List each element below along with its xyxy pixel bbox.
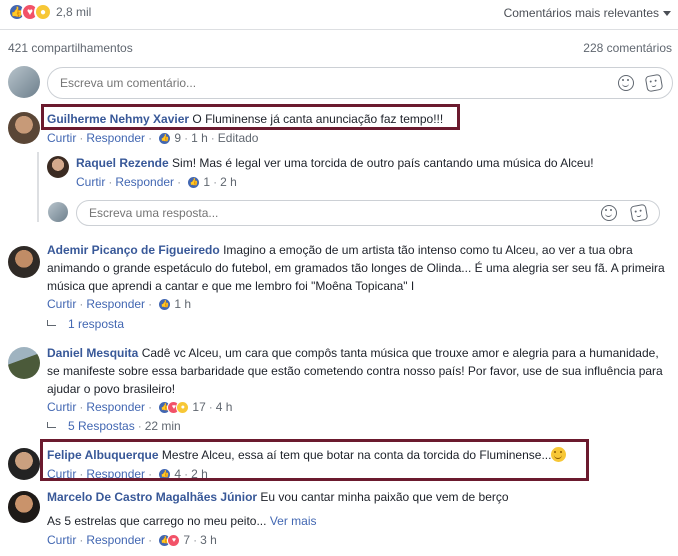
comment-author[interactable]: Daniel Mesquita: [47, 346, 138, 360]
comment-text: Cadê vc Alceu, um cara que compôs tanta …: [47, 346, 663, 396]
reply-button[interactable]: Responder: [86, 297, 145, 311]
comment-time[interactable]: 1 h: [174, 297, 191, 311]
sort-dropdown[interactable]: Comentários mais relevantes: [504, 6, 671, 20]
like-button[interactable]: Curtir: [47, 297, 76, 311]
sticker-icon[interactable]: [644, 73, 664, 93]
avatar[interactable]: [8, 112, 40, 144]
emoji-icon[interactable]: [618, 75, 634, 91]
emoji-icon[interactable]: [601, 205, 617, 221]
view-replies-link[interactable]: 1 resposta: [47, 317, 124, 331]
reaction-icons[interactable]: 👍 ♥ ●: [158, 401, 190, 415]
comment-time[interactable]: 3 h: [200, 533, 217, 547]
replies-count: 5 Respostas: [68, 419, 135, 433]
comment-text: Sim! Mas é legal ver uma torcida de outr…: [172, 156, 594, 170]
reaction-count[interactable]: 2,8 mil: [56, 5, 91, 19]
reply-button[interactable]: Responder: [86, 400, 145, 414]
comment: Ademir Picanço de Figueiredo Imagino a e…: [47, 241, 669, 312]
sort-label: Comentários mais relevantes: [503, 6, 659, 20]
reaction-icons[interactable]: 👍: [158, 132, 172, 146]
view-replies-link[interactable]: 5 Respostas · 22 min: [47, 419, 181, 433]
comment-body: As 5 estrelas que carrego no meu peito..…: [47, 512, 669, 530]
like-button[interactable]: Curtir: [47, 533, 76, 547]
avatar[interactable]: [8, 66, 40, 98]
replies-time: 22 min: [144, 419, 181, 433]
highlight-box: [41, 104, 460, 130]
avatar[interactable]: [8, 347, 40, 379]
avatar[interactable]: [48, 202, 68, 222]
love-icon: ♥: [167, 534, 181, 548]
wow-icon: ●: [176, 401, 190, 415]
thread-line: [37, 152, 39, 222]
comment-time[interactable]: 1 h: [191, 131, 208, 145]
wow-icon: ●: [34, 3, 52, 21]
comment-input[interactable]: [60, 68, 497, 98]
avatar[interactable]: [8, 246, 40, 278]
comment: Daniel Mesquita Cadê vc Alceu, um cara q…: [47, 344, 669, 415]
reaction-count[interactable]: 9: [174, 131, 181, 145]
avatar[interactable]: [8, 448, 40, 480]
comment-text: Eu vou cantar minha paixão que vem de be…: [260, 490, 509, 504]
sticker-icon[interactable]: [629, 203, 649, 223]
reactions-bar: 👍 ♥ ● 2,8 mil Comentários mais relevante…: [0, 0, 678, 28]
comment-body: Marcelo De Castro Magalhães Júnior Eu vo…: [47, 488, 669, 506]
comment-author[interactable]: Marcelo De Castro Magalhães Júnior: [47, 490, 257, 504]
reply-arrow-icon: [47, 320, 56, 326]
reply-composer[interactable]: [76, 200, 660, 226]
like-icon: 👍: [158, 298, 172, 312]
edited-label[interactable]: Editado: [218, 131, 259, 145]
comment: Marcelo De Castro Magalhães Júnior Eu vo…: [47, 488, 669, 548]
reaction-count[interactable]: 17: [192, 400, 205, 414]
chevron-down-icon: [663, 11, 671, 17]
comment-actions: Curtir · Responder · 👍 ♥ 7 · 3 h: [47, 533, 217, 548]
see-more-link[interactable]: Ver mais: [270, 514, 317, 528]
comment-composer[interactable]: [47, 67, 673, 99]
like-button[interactable]: Curtir: [76, 175, 105, 189]
shares-count[interactable]: 421 compartilhamentos: [8, 41, 133, 55]
like-icon: 👍: [158, 132, 172, 146]
reaction-count[interactable]: 1: [203, 175, 210, 189]
comment-time[interactable]: 4 h: [216, 400, 233, 414]
comment-text-continued: As 5 estrelas que carrego no meu peito..…: [47, 514, 267, 528]
comment-author[interactable]: Raquel Rezende: [76, 156, 169, 170]
highlight-box: [40, 439, 589, 481]
comment-actions: Curtir · Responder · 👍 1 h: [47, 297, 192, 312]
replies-count: 1 resposta: [68, 317, 125, 331]
comment-actions: Curtir · Responder · 👍 ♥ ● 17 · 4 h: [47, 400, 233, 415]
reply-button[interactable]: Responder: [115, 175, 174, 189]
comment-body: Raquel Rezende Sim! Mas é legal ver uma …: [76, 154, 666, 172]
avatar[interactable]: [8, 491, 40, 523]
reaction-summary[interactable]: 👍 ♥ ● 2,8 mil: [8, 3, 91, 21]
reaction-icons[interactable]: 👍: [158, 298, 172, 312]
reply: Raquel Rezende Sim! Mas é legal ver uma …: [76, 154, 666, 190]
comment-author[interactable]: Ademir Picanço de Figueiredo: [47, 243, 220, 257]
post-stats: 421 compartilhamentos 228 comentários: [0, 41, 678, 57]
comment-body: Daniel Mesquita Cadê vc Alceu, um cara q…: [47, 344, 669, 398]
like-icon: 👍: [187, 176, 201, 190]
reply-button[interactable]: Responder: [86, 131, 145, 145]
reply-input[interactable]: [89, 201, 497, 225]
reply-button[interactable]: Responder: [86, 533, 145, 547]
divider: [0, 29, 678, 30]
comment-actions: Curtir · Responder · 👍 9 · 1 h · Editado: [47, 131, 259, 146]
reaction-icons[interactable]: 👍: [187, 176, 201, 190]
reply-arrow-icon: [47, 422, 56, 428]
comment-actions: Curtir · Responder · 👍 1 · 2 h: [76, 175, 237, 190]
comments-count[interactable]: 228 comentários: [583, 41, 672, 55]
like-button[interactable]: Curtir: [47, 400, 76, 414]
avatar[interactable]: [47, 156, 69, 178]
comment-body: Ademir Picanço de Figueiredo Imagino a e…: [47, 241, 669, 295]
reaction-count[interactable]: 7: [183, 533, 190, 547]
like-button[interactable]: Curtir: [47, 131, 76, 145]
comment-time[interactable]: 2 h: [220, 175, 237, 189]
reaction-icons[interactable]: 👍 ♥: [158, 534, 181, 548]
